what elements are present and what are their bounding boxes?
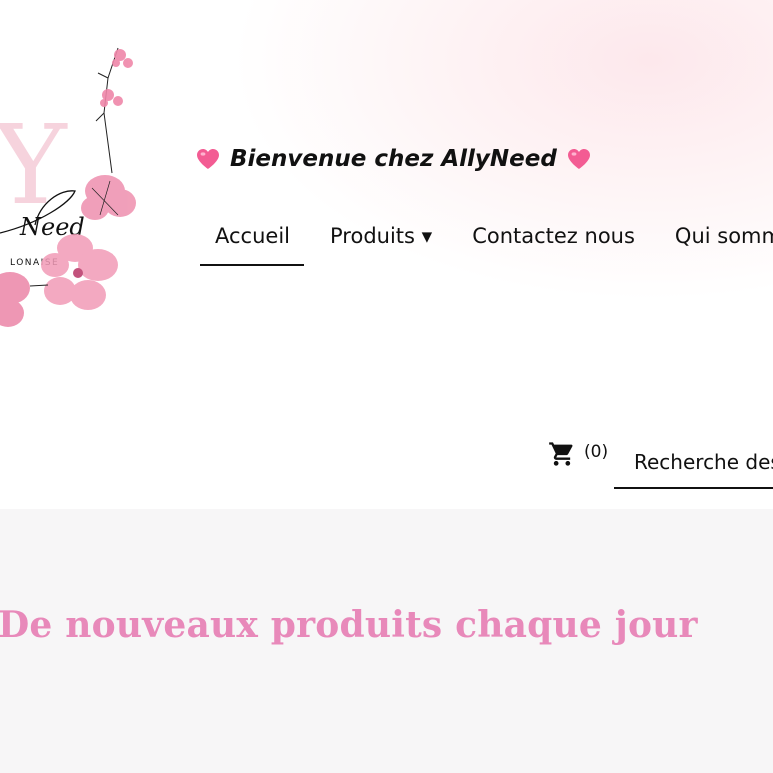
heart-icon [197, 149, 219, 169]
nav-item-label: Contactez nous [472, 224, 635, 248]
cart-icon [549, 442, 573, 466]
search-input[interactable] [614, 437, 773, 489]
nav-item-label: Produits ▾ [330, 224, 433, 248]
cart-count: (0) [584, 442, 609, 462]
welcome-banner: Bienvenue chez AllyNeed [196, 142, 591, 176]
nav-item-contact[interactable]: Contactez nous [446, 220, 649, 266]
site-header: Y Need LONAISE Bienvenue chez AllyNeed A… [0, 0, 773, 509]
nav-item-label: Qui sommes nous [674, 224, 773, 248]
nav-item-label: Accueil [215, 224, 290, 248]
site-logo[interactable]: Y Need LONAISE [0, 3, 160, 383]
nav-item-qui-sommes-nous[interactable]: Qui sommes nous [649, 220, 773, 266]
nav-item-accueil[interactable]: Accueil [200, 220, 304, 266]
main-navigation: Accueil Produits ▾ Contactez nous Qui so… [200, 220, 773, 266]
heart-icon [567, 149, 590, 169]
cart-button[interactable]: (0) [548, 440, 608, 468]
logo-letter: Y [0, 101, 68, 229]
nav-item-produits[interactable]: Produits ▾ [304, 220, 446, 266]
page-headline: De nouveaux produits chaque jour [0, 604, 698, 646]
logo-artwork: Y Need LONAISE [0, 47, 136, 327]
welcome-text: Bienvenue chez AllyNeed [230, 146, 557, 172]
